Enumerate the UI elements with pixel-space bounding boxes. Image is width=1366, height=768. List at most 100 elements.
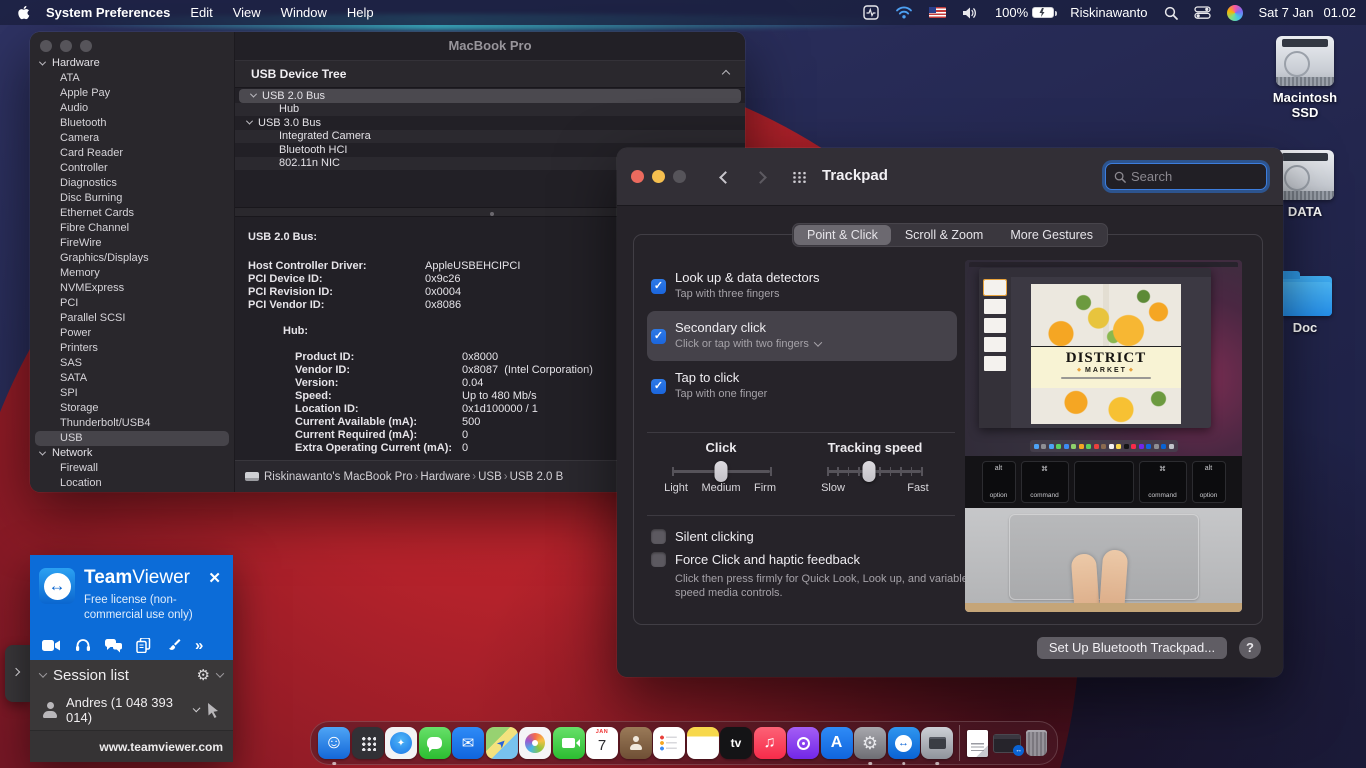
dock-icon-photos[interactable] (519, 721, 551, 765)
menu-app-name[interactable]: System Preferences (36, 5, 180, 20)
close-button[interactable] (40, 40, 52, 52)
usb-device-tree-header[interactable]: USB Device Tree (235, 60, 745, 88)
siri-icon[interactable] (1227, 5, 1243, 21)
menu-help[interactable]: Help (337, 5, 384, 20)
dock-icon-tv[interactable]: tv (720, 721, 752, 765)
brush-icon[interactable] (165, 638, 181, 653)
dock-icon-document[interactable] (964, 721, 991, 765)
force-click-checkbox[interactable] (651, 552, 666, 567)
look-up-data-detectors-checkbox[interactable]: ✓ (651, 279, 666, 294)
silent-clicking-checkbox[interactable] (651, 529, 666, 544)
menu-bar-time[interactable]: 01.02 (1323, 5, 1356, 20)
dock-icon-system-preferences[interactable]: ⚙ (854, 721, 886, 765)
sidebar-item-firewire[interactable]: FireWire (30, 236, 234, 251)
sidebar-item-hardware[interactable]: Hardware (30, 56, 234, 71)
volume-icon[interactable] (962, 6, 979, 20)
breadcrumb-item[interactable]: USB 2.0 B (510, 471, 564, 483)
gear-icon[interactable]: ⚙ (197, 666, 210, 684)
sidebar-item-bluetooth[interactable]: Bluetooth (30, 116, 234, 131)
teamviewer-status-icon[interactable] (863, 5, 879, 20)
zoom-button[interactable] (80, 40, 92, 52)
breadcrumb-item[interactable]: Hardware (420, 471, 470, 483)
click-slider[interactable] (672, 470, 770, 473)
expand-chevron-icon[interactable] (39, 449, 46, 456)
back-button[interactable] (715, 168, 735, 188)
secondary-click-subtitle[interactable]: Click or tap with two fingers (675, 338, 821, 350)
search-input[interactable] (1131, 169, 1251, 184)
sidebar-item-storage[interactable]: Storage (30, 401, 234, 416)
sidebar-item-power[interactable]: Power (30, 326, 234, 341)
sidebar-item-graphics-displays[interactable]: Graphics/Displays (30, 251, 234, 266)
sidebar-item-printers[interactable]: Printers (30, 341, 234, 356)
dock-icon-finder[interactable]: ☺ (318, 721, 350, 765)
session-row-andres[interactable]: Andres (1 048 393 014) (30, 690, 233, 730)
sidebar-item-location[interactable]: Location (30, 476, 234, 491)
dock-icon-calendar[interactable]: JAN7 (586, 721, 618, 765)
keyboard-layout-flag-icon[interactable] (929, 7, 946, 18)
sidebar-item-memory[interactable]: Memory (30, 266, 234, 281)
dock-icon-music[interactable]: ♫ (754, 721, 786, 765)
minimize-button[interactable] (60, 40, 72, 52)
website-link[interactable]: www.teamviewer.com (99, 740, 223, 754)
breadcrumb-item[interactable]: Riskinawanto's MacBook Pro (264, 471, 413, 483)
slider-thumb[interactable] (715, 461, 728, 482)
sidebar-item-camera[interactable]: Camera (30, 131, 234, 146)
secondary-click-checkbox[interactable]: ✓ (651, 329, 666, 344)
sidebar-item-disc-burning[interactable]: Disc Burning (30, 191, 234, 206)
sidebar-item-spi[interactable]: SPI (30, 386, 234, 401)
dock-icon-teamviewer[interactable]: ↔ (888, 721, 920, 765)
tree-row-hub[interactable]: Hub (235, 103, 745, 117)
close-icon[interactable]: ✕ (208, 569, 221, 587)
video-call-icon[interactable] (42, 639, 61, 652)
tree-row-usb-3-0-bus[interactable]: USB 3.0 Bus (235, 116, 745, 130)
expand-chevron-icon[interactable] (250, 91, 257, 98)
close-button[interactable] (631, 170, 644, 183)
slider-thumb[interactable] (863, 461, 876, 482)
desktop-icon-macintosh-ssd[interactable]: Macintosh SSD (1260, 36, 1350, 120)
sidebar-item-thunderbolt-usb4[interactable]: Thunderbolt/USB4 (30, 416, 234, 431)
sidebar-item-parallel-scsi[interactable]: Parallel SCSI (30, 311, 234, 326)
spotlight-search-icon[interactable] (1164, 6, 1178, 20)
dock-icon-reminders[interactable] (653, 721, 685, 765)
menu-edit[interactable]: Edit (180, 5, 222, 20)
menu-bar-username[interactable]: Riskinawanto (1070, 5, 1147, 20)
dock-icon-messages[interactable] (419, 721, 451, 765)
more-actions-icon[interactable]: » (195, 637, 201, 654)
sidebar-item-card-reader[interactable]: Card Reader (30, 146, 234, 161)
dock-icon-contacts[interactable] (620, 721, 652, 765)
dock-icon-trash[interactable] (1023, 721, 1050, 765)
sidebar-item-ethernet-cards[interactable]: Ethernet Cards (30, 206, 234, 221)
copy-icon[interactable] (136, 638, 151, 653)
teamviewer-collapse-tab[interactable] (5, 645, 31, 702)
sidebar-item-ata[interactable]: ATA (30, 71, 234, 86)
dock-icon-maps[interactable]: ➤ (486, 721, 518, 765)
menu-bar-date[interactable]: Sat 7 Jan (1259, 5, 1314, 20)
dock-icon-facetime[interactable] (553, 721, 585, 765)
tap-to-click-checkbox[interactable]: ✓ (651, 379, 666, 394)
breadcrumb-item[interactable]: USB (478, 471, 502, 483)
tab-more-gestures[interactable]: More Gestures (997, 225, 1106, 245)
setup-bluetooth-trackpad-button[interactable]: Set Up Bluetooth Trackpad... (1037, 637, 1227, 659)
dock-icon-launchpad[interactable] (352, 721, 384, 765)
sidebar-item-fibre-channel[interactable]: Fibre Channel (30, 221, 234, 236)
headset-icon[interactable] (75, 638, 91, 653)
dock-icon-safari[interactable]: ✦ (385, 721, 417, 765)
dock-icon-notes[interactable] (687, 721, 719, 765)
dock-icon-podcasts[interactable] (787, 721, 819, 765)
menu-view[interactable]: View (223, 5, 271, 20)
dock-icon-system-information[interactable] (921, 721, 953, 765)
sidebar-item-firewall[interactable]: Firewall (30, 461, 234, 476)
collapse-chevron-icon[interactable] (722, 70, 730, 78)
battery-indicator[interactable]: 100% (995, 5, 1054, 20)
tab-point-click[interactable]: Point & Click (794, 225, 891, 245)
window-controls[interactable] (40, 40, 92, 52)
expand-chevron-icon[interactable] (246, 118, 253, 125)
zoom-button[interactable] (673, 170, 686, 183)
dock-icon-minimized-window[interactable]: ↔ (993, 721, 1021, 765)
sidebar-item-nvmexpress[interactable]: NVMExpress (30, 281, 234, 296)
expand-chevron-icon[interactable] (39, 59, 46, 66)
sidebar-item-diagnostics[interactable]: Diagnostics (30, 176, 234, 191)
connect-cursor-icon[interactable] (207, 703, 221, 718)
apple-menu[interactable] (10, 5, 36, 20)
sidebar-item-sata[interactable]: SATA (30, 371, 234, 386)
